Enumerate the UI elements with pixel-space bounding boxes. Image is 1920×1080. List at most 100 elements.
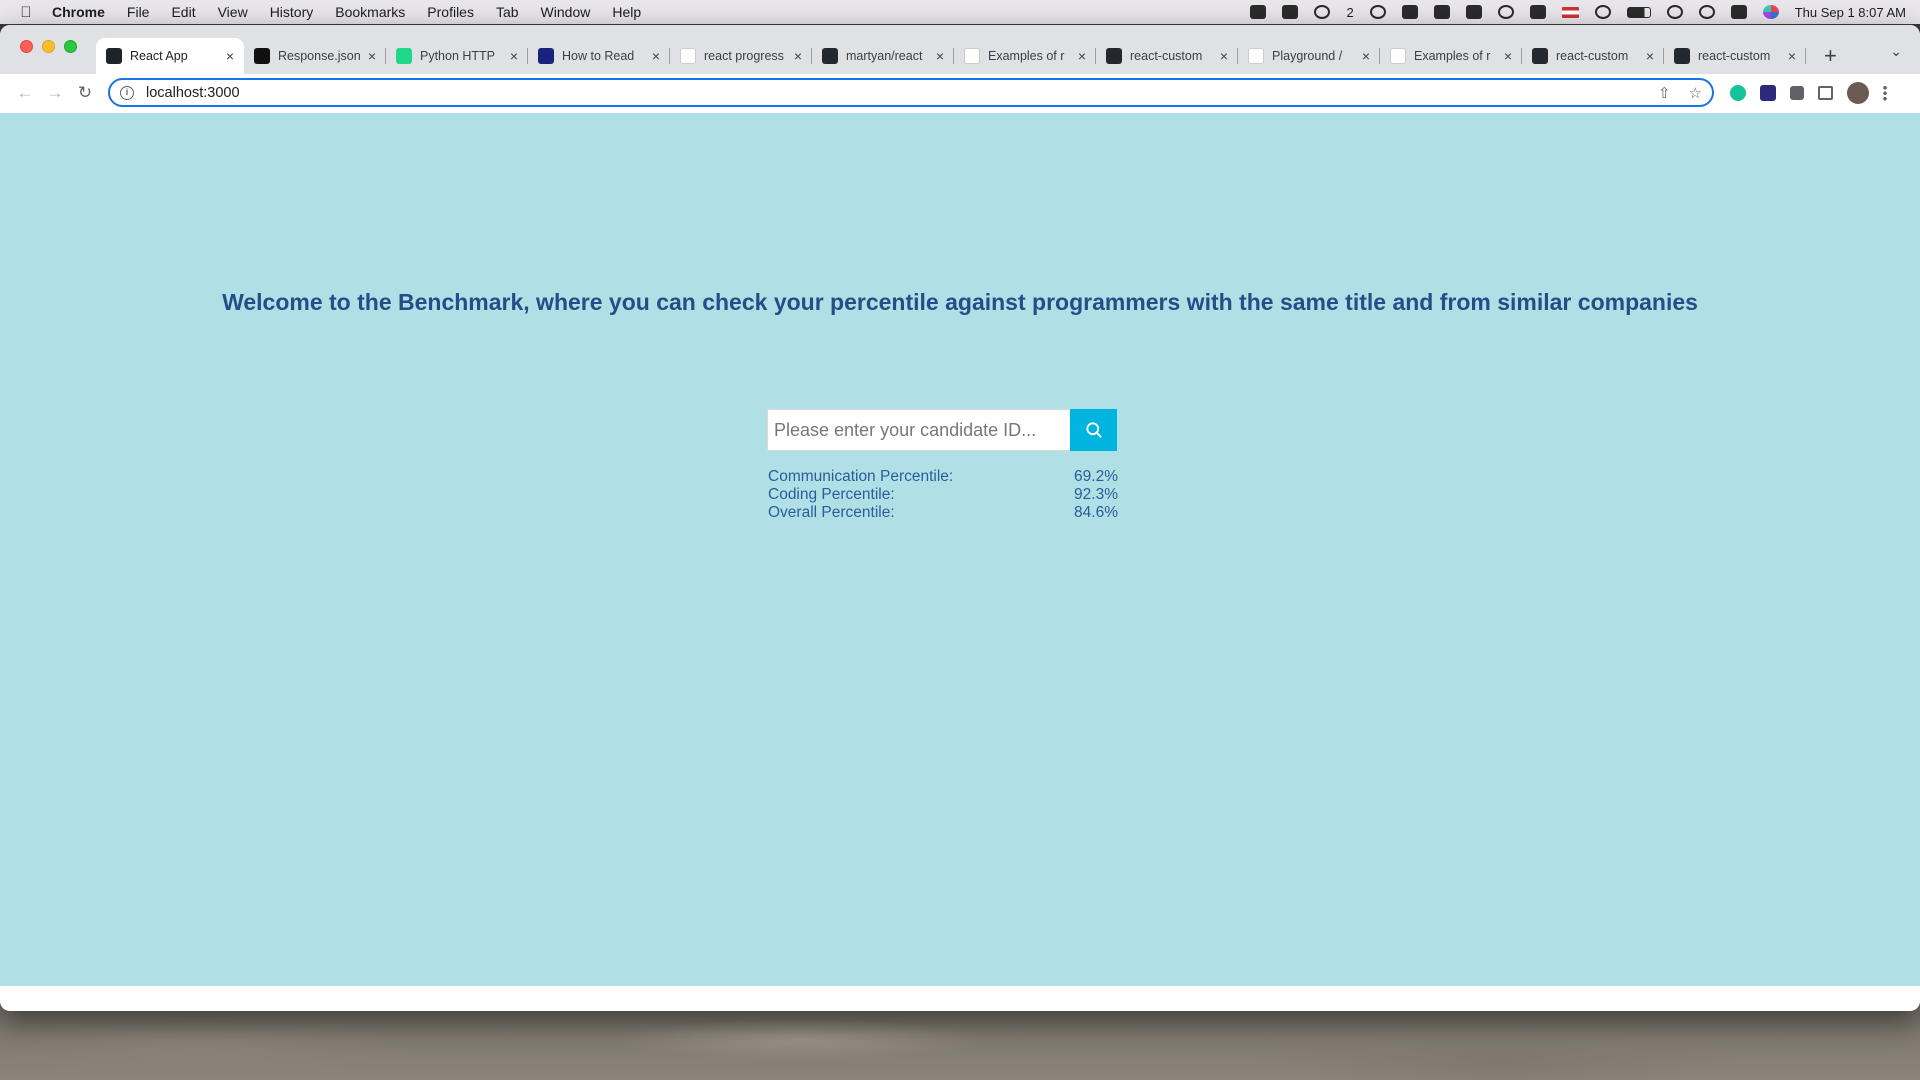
chrome-menu-icon[interactable] — [1883, 84, 1887, 101]
browser-tab[interactable]: react progress × — [670, 38, 812, 74]
candidate-search-form — [767, 409, 1117, 451]
browser-tab[interactable]: Python HTTP × — [386, 38, 528, 74]
browser-tab[interactable]: Examples of r × — [1380, 38, 1522, 74]
tab-close-icon[interactable]: × — [1362, 48, 1370, 64]
coding-percentile-label: Coding Percentile: — [768, 486, 895, 503]
cardhop-icon[interactable] — [1433, 5, 1450, 19]
menu-bar-status-area: 2 Thu Sep 1 8:07 AM — [1250, 5, 1906, 20]
tab-title: react-custom — [1698, 49, 1771, 63]
browser-tab[interactable]: martyan/react × — [812, 38, 954, 74]
siri-icon[interactable] — [1762, 5, 1779, 19]
address-bar-url[interactable]: localhost:3000 — [146, 85, 1640, 101]
fullscreen-window-button[interactable] — [64, 40, 77, 53]
menu-history[interactable]: History — [270, 4, 314, 20]
drive-icon[interactable] — [1282, 5, 1299, 19]
forward-button[interactable]: → — [40, 83, 70, 103]
tab-close-icon[interactable]: × — [1220, 48, 1228, 64]
browser-tab[interactable]: react-custom × — [1664, 38, 1806, 74]
browser-tab[interactable]: react-custom × — [1096, 38, 1238, 74]
tab-close-icon[interactable]: × — [226, 48, 234, 64]
bluetooth-icon[interactable] — [1529, 5, 1546, 19]
reload-button[interactable]: ↻ — [70, 83, 100, 103]
browser-tab[interactable]: Response.json × — [244, 38, 386, 74]
tab-title: Examples of r — [1414, 49, 1491, 63]
communication-percentile-value: 69.2% — [1074, 468, 1118, 485]
tab-close-icon[interactable]: × — [794, 48, 802, 64]
react-icon — [106, 48, 122, 64]
us-flag-input-icon[interactable] — [1561, 6, 1579, 18]
browser-toolbar: ← → ↻ i localhost:3000 ⇧ ☆ — [0, 74, 1920, 111]
menu-tab[interactable]: Tab — [496, 4, 519, 20]
browser-tab[interactable]: React App × — [96, 38, 244, 74]
play-icon[interactable] — [1594, 5, 1611, 19]
profile-avatar[interactable] — [1847, 81, 1869, 104]
mj-icon — [964, 48, 980, 64]
minimize-window-button[interactable] — [42, 40, 55, 53]
page-viewport: Welcome to the Benchmark, where you can … — [0, 113, 1920, 986]
airdrop-icon[interactable] — [1497, 5, 1514, 19]
tab-title: react progress — [704, 49, 784, 63]
menu-edit[interactable]: Edit — [171, 4, 195, 20]
tab-close-icon[interactable]: × — [936, 48, 944, 64]
elephant-icon[interactable] — [1465, 5, 1482, 19]
grammarly-extension-icon[interactable] — [1730, 84, 1746, 101]
tab-close-icon[interactable]: × — [1646, 48, 1654, 64]
menu-bar-clock[interactable]: Thu Sep 1 8:07 AM — [1795, 5, 1906, 20]
percentile-results: Communication Percentile: 69.2% Coding P… — [768, 468, 1118, 522]
bookmark-star-icon[interactable]: ☆ — [1689, 84, 1702, 102]
menu-app-chrome[interactable]: Chrome — [52, 4, 105, 20]
pycharm-icon — [396, 48, 412, 64]
grammarly-icon[interactable] — [1369, 5, 1386, 19]
new-tab-button[interactable]: + — [1824, 43, 1837, 69]
communication-percentile-row: Communication Percentile: 69.2% — [768, 468, 1118, 486]
window-controls — [20, 40, 77, 53]
browser-tab[interactable]: How to Read × — [528, 38, 670, 74]
transfer-icon[interactable] — [1401, 5, 1418, 19]
browser-tab[interactable]: Examples of r × — [954, 38, 1096, 74]
side-panel-icon[interactable] — [1818, 85, 1833, 100]
menu-view[interactable]: View — [218, 4, 248, 20]
overall-percentile-label: Overall Percentile: — [768, 504, 895, 521]
battery-icon[interactable] — [1626, 6, 1651, 18]
back-button[interactable]: ← — [10, 83, 40, 103]
tab-close-icon[interactable]: × — [652, 48, 660, 64]
tab-title: react-custom — [1130, 49, 1203, 63]
s-icon — [538, 48, 554, 64]
github-icon — [1532, 48, 1548, 64]
apple-icon[interactable]:  — [14, 4, 38, 21]
tab-close-icon[interactable]: × — [368, 48, 376, 64]
tab-close-icon[interactable]: × — [1504, 48, 1512, 64]
tab-close-icon[interactable]: × — [1788, 48, 1796, 64]
tab-title: Playground / — [1272, 49, 1343, 63]
menu-file[interactable]: File — [127, 4, 150, 20]
site-info-icon[interactable]: i — [120, 85, 134, 100]
browser-tab[interactable]: react-custom × — [1522, 38, 1664, 74]
extensions-puzzle-icon[interactable] — [1790, 85, 1804, 100]
browser-tab[interactable]: Playground / × — [1238, 38, 1380, 74]
coding-percentile-value: 92.3% — [1074, 486, 1118, 503]
github-icon — [1106, 48, 1122, 64]
menu-window[interactable]: Window — [541, 4, 591, 20]
control-center-icon[interactable] — [1730, 5, 1747, 19]
candidate-id-input[interactable] — [767, 409, 1070, 451]
search-button[interactable] — [1070, 409, 1117, 451]
close-window-button[interactable] — [20, 40, 33, 53]
share-icon[interactable]: ⇧ — [1658, 84, 1671, 102]
page-title: Welcome to the Benchmark, where you can … — [222, 289, 1698, 315]
wifi-icon[interactable] — [1666, 5, 1683, 19]
menu-bookmarks[interactable]: Bookmarks — [335, 4, 405, 20]
extension-icon[interactable] — [1760, 84, 1776, 101]
macos-menu-bar:  Chrome File Edit View History Bookmark… — [0, 0, 1920, 24]
wechat-icon[interactable] — [1314, 5, 1331, 19]
menu-profiles[interactable]: Profiles — [427, 4, 474, 20]
zoom-icon[interactable] — [1250, 5, 1267, 19]
tab-close-icon[interactable]: × — [510, 48, 518, 64]
spotlight-search-icon[interactable] — [1698, 5, 1715, 19]
tab-title: How to Read — [562, 49, 635, 63]
github-icon — [1674, 48, 1690, 64]
address-bar[interactable]: i localhost:3000 ⇧ ☆ — [108, 78, 1714, 107]
menu-help[interactable]: Help — [612, 4, 641, 20]
tab-search-chevron-icon[interactable]: ⌄ — [1890, 43, 1902, 60]
mdn-icon — [254, 48, 270, 64]
tab-close-icon[interactable]: × — [1078, 48, 1086, 64]
